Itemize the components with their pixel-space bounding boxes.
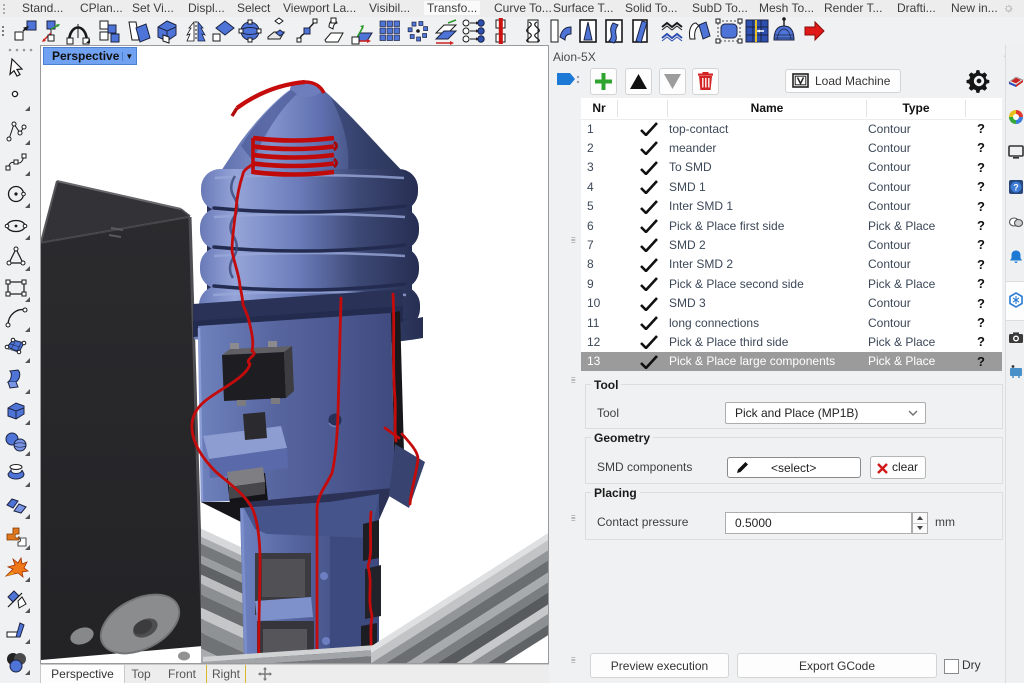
svg-text:?: ? <box>1013 183 1019 193</box>
